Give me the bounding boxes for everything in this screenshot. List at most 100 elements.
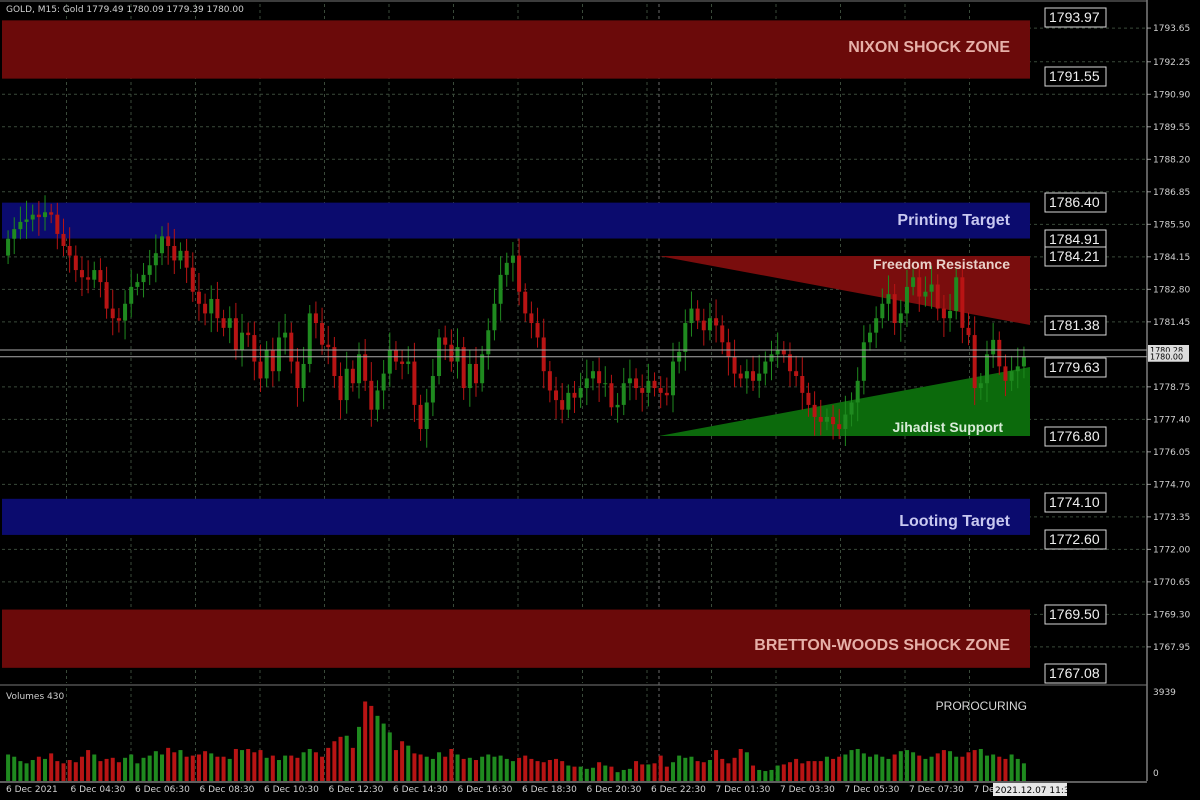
volume-bar: [837, 756, 842, 781]
volume-bar: [517, 757, 522, 781]
volume-bar: [584, 768, 589, 781]
volume-bar: [283, 755, 288, 781]
candle-body: [252, 335, 257, 362]
candle-body: [978, 383, 983, 389]
candle-body: [18, 221, 23, 230]
volume-bar: [929, 756, 934, 781]
candle-body: [276, 337, 281, 372]
candle-body: [652, 380, 657, 389]
symbol-info: GOLD, M15: Gold 1779.49 1780.09 1779.39 …: [6, 5, 244, 15]
volume-bar: [147, 755, 152, 781]
volume-bar: [670, 762, 675, 781]
candle-body: [603, 383, 608, 385]
candle-body: [406, 361, 411, 364]
volume-bar: [215, 756, 220, 781]
volume-bar: [375, 715, 380, 781]
volume-bar: [874, 754, 879, 781]
candle-body: [566, 392, 571, 410]
volume-bar: [233, 748, 238, 781]
volume-bar: [172, 752, 177, 781]
candle-body: [701, 320, 706, 331]
candle-body: [868, 332, 873, 343]
candle-body: [812, 404, 817, 417]
volume-tick: 3939: [1153, 688, 1176, 698]
volume-bar: [504, 758, 509, 781]
volume-bar: [923, 758, 928, 781]
volume-bar: [252, 752, 257, 781]
volume-bar: [824, 756, 829, 781]
volume-bar: [541, 762, 546, 781]
zone-label: Printing Target: [897, 212, 1010, 229]
candle-body: [751, 371, 756, 381]
volume-bar: [898, 751, 903, 781]
candle-body: [412, 361, 417, 405]
price-tick-label: 1790.90: [1153, 90, 1190, 100]
candle-body: [110, 308, 115, 319]
candle-body: [560, 400, 565, 410]
volume-bar: [911, 752, 916, 781]
volume-bar: [991, 754, 996, 781]
candle-body: [240, 332, 245, 350]
volume-bar: [92, 754, 97, 781]
volume-bar: [467, 757, 472, 781]
volume-bar: [86, 750, 91, 781]
candle-body: [683, 323, 688, 352]
candle-body: [159, 236, 164, 254]
candle-body: [892, 294, 897, 324]
volume-bar: [49, 753, 54, 781]
candle-body: [664, 392, 669, 396]
candle-body: [135, 282, 140, 287]
volume-bar: [597, 762, 602, 781]
candle-body: [227, 318, 232, 328]
level-label: 1781.38: [1049, 317, 1100, 333]
candle-body: [486, 330, 491, 355]
volume-bar: [714, 750, 719, 781]
level-label: 1772.60: [1049, 531, 1100, 547]
candle-body: [36, 214, 41, 218]
volume-bar: [627, 768, 632, 781]
price-chart[interactable]: NIXON SHOCK ZONE Printing Target Looting T…: [0, 0, 1200, 800]
volume-bar: [326, 747, 331, 781]
volume-bar: [295, 757, 300, 781]
level-label: 1767.08: [1049, 665, 1100, 681]
time-label: 6 Dec 20:30: [587, 785, 642, 795]
triangle-label: Freedom Resistance: [873, 256, 1010, 272]
volume-tick: 0: [1153, 769, 1159, 779]
volume-bar: [498, 755, 503, 781]
candle-body: [215, 298, 220, 319]
volume-bar: [492, 756, 497, 781]
price-tick-label: 1778.75: [1153, 383, 1190, 393]
volume-bar: [79, 756, 84, 781]
candle-body: [338, 376, 343, 401]
candle-body: [418, 404, 423, 429]
candle-body: [578, 388, 583, 398]
volume-bar: [800, 763, 805, 781]
candle-body: [350, 368, 355, 384]
candle-body: [597, 371, 602, 384]
candle-body: [73, 255, 78, 271]
indicator-label: PROROCURING: [936, 699, 1027, 713]
volume-bar: [461, 758, 466, 781]
candle-body: [455, 347, 460, 362]
price-tick-label: 1776.05: [1153, 448, 1190, 458]
candle-body: [153, 253, 158, 266]
volume-bar: [486, 754, 491, 781]
candle-body: [535, 323, 540, 338]
candle-body: [769, 354, 774, 362]
volume-bar: [683, 757, 688, 781]
volume-bar: [892, 754, 897, 781]
volume-bar: [615, 772, 620, 781]
volume-bar: [135, 763, 140, 781]
candle-body: [49, 212, 54, 215]
volume-bar: [880, 756, 885, 781]
candle-body: [400, 361, 405, 364]
candle-body: [92, 270, 97, 280]
triangle-label: Jihadist Support: [893, 419, 1004, 435]
volume-bar: [689, 756, 694, 781]
volume-bar: [566, 765, 571, 781]
candle-body: [30, 214, 35, 220]
candle-body: [609, 383, 614, 408]
volume-bar: [744, 752, 749, 781]
level-label: 1769.50: [1049, 606, 1100, 622]
volume-bar: [886, 758, 891, 781]
